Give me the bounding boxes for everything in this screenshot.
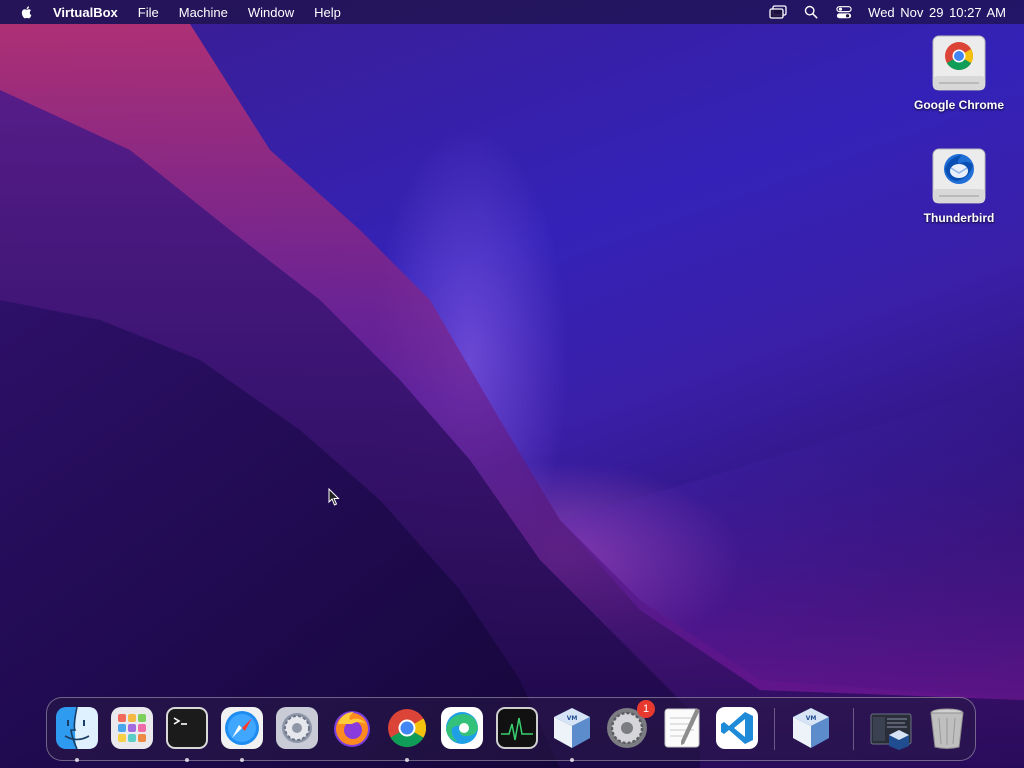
desktop-icon-label: Google Chrome bbox=[913, 98, 1004, 112]
notification-badge: 1 bbox=[637, 700, 655, 718]
menu-window[interactable]: Window bbox=[248, 5, 294, 20]
vscode-icon bbox=[716, 707, 758, 749]
chrome-drive-icon bbox=[932, 35, 986, 91]
firefox-icon bbox=[334, 711, 370, 747]
menu-machine[interactable]: Machine bbox=[179, 5, 228, 20]
safari-icon bbox=[221, 707, 263, 749]
dock-separator bbox=[853, 708, 854, 750]
dock-terminal[interactable] bbox=[165, 706, 209, 750]
terminal-icon bbox=[166, 707, 208, 749]
screen-mirroring-icon[interactable] bbox=[769, 4, 787, 20]
thunderbird-drive-icon bbox=[932, 148, 986, 204]
downloads-stack-icon bbox=[870, 713, 912, 750]
svg-text:VM: VM bbox=[806, 715, 817, 722]
desktop-icon-thunderbird[interactable]: Thunderbird bbox=[904, 145, 1014, 225]
finder-icon bbox=[56, 706, 98, 750]
edge-icon bbox=[441, 707, 483, 749]
dock-virtualbox[interactable]: VM bbox=[550, 706, 594, 750]
activity-monitor-icon bbox=[496, 707, 538, 749]
menu-help[interactable]: Help bbox=[314, 5, 341, 20]
dock-downloads-stack[interactable] bbox=[869, 706, 913, 750]
running-indicator bbox=[240, 758, 244, 762]
running-indicator bbox=[405, 758, 409, 762]
dock-google-chrome[interactable] bbox=[385, 706, 429, 750]
virtualbox-icon: VM bbox=[554, 708, 590, 748]
dock-system-preferences[interactable] bbox=[275, 706, 319, 750]
dock-firefox[interactable] bbox=[330, 706, 374, 750]
running-indicator bbox=[570, 758, 574, 762]
virtualbox-icon: VM bbox=[793, 708, 829, 748]
dock-textedit[interactable] bbox=[660, 706, 704, 750]
desktop-icon-google-chrome[interactable]: Google Chrome bbox=[904, 32, 1014, 112]
mouse-cursor-icon bbox=[328, 488, 340, 506]
launchpad-icon bbox=[111, 707, 153, 749]
chrome-icon bbox=[388, 709, 427, 748]
dock-virtualbox-2[interactable]: VM bbox=[789, 706, 833, 750]
wallpaper bbox=[0, 24, 1024, 768]
running-indicator bbox=[185, 758, 189, 762]
running-indicator bbox=[75, 758, 79, 762]
settings-gear-icon bbox=[276, 707, 318, 749]
dock-vscode[interactable] bbox=[715, 706, 759, 750]
desktop-icon-label: Thunderbird bbox=[923, 211, 995, 225]
trash-icon bbox=[930, 708, 964, 749]
dock-activity-monitor[interactable] bbox=[495, 706, 539, 750]
search-icon[interactable] bbox=[802, 4, 820, 20]
control-center-icon[interactable] bbox=[835, 4, 853, 20]
dock-finder[interactable] bbox=[55, 706, 99, 750]
menu-clock[interactable]: Wed Nov 29 10:27 AM bbox=[868, 5, 1006, 20]
dock: VM 1 VM bbox=[46, 697, 976, 762]
menu-file[interactable]: File bbox=[138, 5, 159, 20]
menu-app-name[interactable]: VirtualBox bbox=[53, 5, 118, 20]
menu-bar: VirtualBox File Machine Window Help Wed … bbox=[0, 0, 1024, 24]
dock-separator bbox=[774, 708, 775, 750]
dock-trash[interactable] bbox=[925, 706, 969, 750]
dock-system-settings[interactable]: 1 bbox=[605, 700, 655, 750]
svg-text:VM: VM bbox=[567, 715, 578, 722]
apple-menu-icon[interactable] bbox=[20, 4, 36, 20]
dock-microsoft-edge[interactable] bbox=[440, 706, 484, 750]
dock-safari[interactable] bbox=[220, 706, 264, 750]
textedit-icon bbox=[664, 708, 700, 748]
dock-launchpad[interactable] bbox=[110, 706, 154, 750]
